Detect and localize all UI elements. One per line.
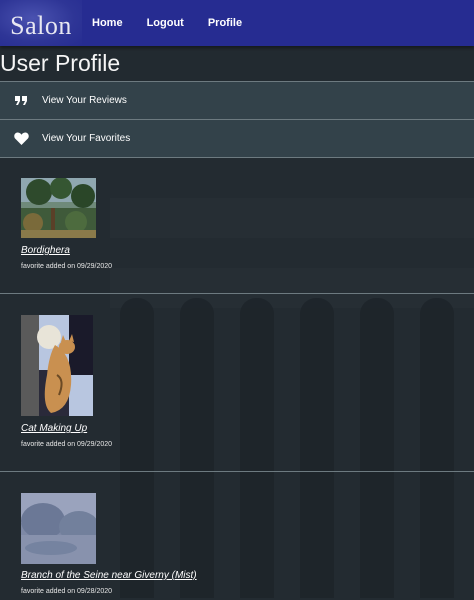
artwork-title-link[interactable]: Bordighera — [21, 245, 70, 256]
favorite-item: Bordighera favorite added on 09/29/2020 — [0, 158, 474, 294]
favorite-added-date: favorite added on 09/29/2020 — [21, 263, 113, 270]
heart-icon — [0, 132, 42, 145]
favorite-item: Branch of the Seine near Giverny (Mist) … — [0, 472, 474, 600]
artwork-thumbnail-bordighera[interactable] — [21, 177, 96, 238]
nav-home-link[interactable]: Home — [92, 17, 123, 29]
favorite-added-date: favorite added on 09/29/2020 — [21, 441, 113, 448]
artwork-thumbnail-cat-making-up[interactable] — [21, 315, 93, 416]
artwork-thumbnail-branch-of-the-seine[interactable] — [21, 493, 99, 564]
view-favorites-button[interactable]: View Your Favorites — [0, 119, 474, 157]
page-title: User Profile — [0, 50, 121, 76]
brand-logo[interactable]: Salon — [0, 0, 82, 46]
view-favorites-label: View Your Favorites — [42, 133, 131, 144]
favorites-list: Bordighera favorite added on 09/29/2020 … — [0, 157, 474, 600]
nav-logout-link[interactable]: Logout — [147, 17, 184, 29]
favorite-item: Cat Making Up favorite added on 09/29/20… — [0, 294, 474, 472]
favorite-added-date: favorite added on 09/28/2020 — [21, 588, 113, 595]
brand-text: Salon — [10, 11, 72, 40]
quote-icon — [0, 96, 42, 105]
view-reviews-label: View Your Reviews — [42, 95, 127, 106]
view-reviews-button[interactable]: View Your Reviews — [0, 81, 474, 119]
nav-profile-link[interactable]: Profile — [208, 17, 242, 29]
artwork-title-link[interactable]: Cat Making Up — [21, 423, 87, 434]
artwork-title-link[interactable]: Branch of the Seine near Giverny (Mist) — [21, 570, 197, 581]
navbar: Salon Home Logout Profile — [0, 0, 474, 46]
